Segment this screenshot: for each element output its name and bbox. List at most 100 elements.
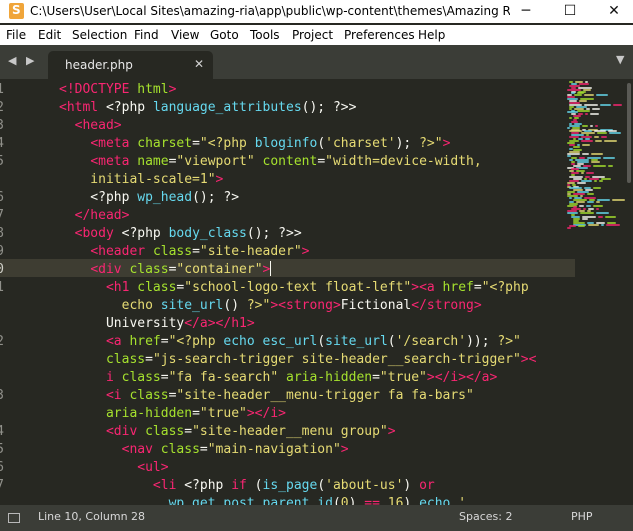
minimap-line	[588, 223, 599, 226]
code-line[interactable]: 6 <?php wp_head(); ?>	[0, 189, 575, 207]
tab-dropdown-icon[interactable]: ▼	[616, 53, 624, 66]
line-number: 12	[0, 334, 4, 349]
menu-file[interactable]: File	[6, 28, 26, 42]
code-text[interactable]: <li <?php if (is_page('about-us') or	[59, 477, 435, 495]
code-line[interactable]: 7 </head>	[0, 207, 575, 225]
code-line[interactable]: 15 <nav class="main-navigation">	[0, 441, 575, 459]
code-text[interactable]: <div class="site-header__menu group">	[59, 423, 396, 441]
minimap-line	[596, 208, 599, 211]
code-line[interactable]: 11 <h1 class = "school-logo-text float-lef…	[0, 279, 575, 297]
menu-preferences[interactable]: Preferences	[344, 28, 415, 42]
code-line[interactable]: aria-hidden="true"></i>	[0, 405, 575, 423]
line-number: 17	[0, 478, 4, 493]
code-text[interactable]: <meta name="viewport" content="width=dev…	[59, 153, 481, 171]
code-text[interactable]: i class="fa fa-search" aria-hidden="true…	[59, 369, 497, 387]
minimap-line	[613, 103, 622, 106]
menu-view[interactable]: View	[171, 28, 199, 42]
code-text[interactable]: initial-scale=1">	[59, 171, 223, 189]
code-text[interactable]: <!DOCTYPE html>	[59, 81, 176, 99]
minimap-line	[594, 136, 599, 139]
menu-tools[interactable]: Tools	[250, 28, 280, 42]
code-text[interactable]: University</a></h1>	[59, 315, 255, 333]
code-token: <header	[90, 244, 146, 259]
code-line[interactable]: 1 <!DOCTYPE html>	[0, 81, 575, 99]
code-line[interactable]: 10 <div class="container">	[0, 261, 575, 279]
vertical-scrollbar[interactable]	[627, 83, 631, 183]
code-line[interactable]: 13 <i class="site-header__menu-trigger f…	[0, 387, 575, 405]
maximize-button[interactable]: ☐	[552, 0, 588, 23]
code-token: echo	[223, 334, 255, 349]
code-text[interactable]: <ul>	[59, 459, 168, 477]
code-text[interactable]: <body <?php body_class(); ?>>	[59, 225, 302, 243]
code-text[interactable]: class="js-search-trigger site-header__se…	[59, 351, 536, 369]
syntax-selector[interactable]: PHP	[571, 510, 593, 523]
indentation-setting[interactable]: Spaces: 2	[459, 510, 512, 523]
menu-help[interactable]: Help	[418, 28, 445, 42]
code-token: ?>"	[497, 334, 521, 349]
code-text[interactable]: echo site_url() ?>"><strong>Fictional</s…	[59, 297, 482, 315]
code-text[interactable]: wp_get_post_parent_id(0) == 16) echo '	[59, 495, 466, 505]
code-line[interactable]: initial-scale=1">	[0, 171, 575, 189]
code-line[interactable]: 5 <meta name="viewport" content="width=d…	[0, 153, 575, 171]
code-editor[interactable]: 1 <!DOCTYPE html> 2 <html <?php language_at…	[0, 79, 633, 505]
code-line[interactable]: 17 <li <?php if (is_page('about-us') or	[0, 477, 575, 495]
minimap[interactable]	[563, 79, 627, 505]
code-text[interactable]: <i class="site-header__menu-trigger fa f…	[59, 387, 474, 405]
code-text[interactable]: <h1 class = "school-logo-text float-left">…	[59, 279, 529, 297]
tab-close-icon[interactable]: ✕	[194, 57, 204, 71]
code-line[interactable]: 8 <body <?php body_class(); ?>>	[0, 225, 575, 243]
code-token: University	[59, 316, 185, 331]
minimize-button[interactable]: ─	[508, 0, 544, 23]
tab-header-php[interactable]: header.php ✕	[48, 51, 213, 79]
code-line[interactable]: 14 <div class="site-header__menu group">	[0, 423, 575, 441]
close-window-button[interactable]: ✕	[596, 0, 632, 23]
code-text[interactable]: <a href="<?php echo esc_url(site_url('/s…	[59, 333, 521, 351]
code-line[interactable]: 2 <html <?php language_attributes(); ?>>	[0, 99, 575, 117]
code-token: site_url	[325, 334, 388, 349]
code-text[interactable]: <head>	[59, 117, 122, 135]
code-line[interactable]: wp_get_post_parent_id(0) == 16) echo '	[0, 495, 575, 505]
code-token: (); ?>>	[246, 226, 302, 241]
code-line[interactable]: University</a></h1>	[0, 315, 575, 333]
code-text[interactable]: <?php wp_head(); ?>	[59, 189, 239, 207]
tab-nav-arrows-icon[interactable]: ◀ ▶	[8, 54, 37, 67]
code-line[interactable]: 4 <meta charset="<?php bloginfo('charset…	[0, 135, 575, 153]
code-text[interactable]: <meta charset="<?php bloginfo('charset')…	[59, 135, 450, 153]
code-token: <nav	[121, 442, 153, 457]
code-token: <meta	[90, 136, 130, 151]
code-line[interactable]: 12 <a href="<?php echo esc_url(site_url(…	[0, 333, 575, 351]
cursor-position[interactable]: Line 10, Column 28	[38, 510, 145, 523]
minimap-line	[591, 153, 603, 156]
code-token: html	[137, 82, 169, 97]
minimap-line	[596, 212, 609, 215]
menu-find[interactable]: Find	[134, 28, 159, 42]
minimap-line	[567, 126, 570, 129]
panel-toggle-icon[interactable]	[8, 513, 20, 523]
menu-edit[interactable]: Edit	[38, 28, 61, 42]
code-token: 'charset'	[325, 136, 396, 151]
code-line[interactable]: 9 <header class="site-header">	[0, 243, 575, 261]
code-line[interactable]: 16 <ul>	[0, 459, 575, 477]
menu-selection[interactable]: Selection	[72, 28, 127, 42]
code-line[interactable]: class="js-search-trigger site-header__se…	[0, 351, 575, 369]
line-number: 7	[0, 208, 4, 223]
menu-project[interactable]: Project	[292, 28, 333, 42]
code-text[interactable]: aria-hidden="true"></i>	[59, 405, 286, 423]
code-line[interactable]: i class="fa fa-search" aria-hidden="true…	[0, 369, 575, 387]
code-text[interactable]: <nav class="main-navigation">	[59, 441, 349, 459]
menu-goto[interactable]: Goto	[210, 28, 239, 42]
code-line[interactable]: echo site_url() ?>"><strong>Fictional</s…	[0, 297, 575, 315]
code-text[interactable]: <header class="site-header">	[59, 243, 309, 261]
code-token: name	[137, 154, 169, 169]
minimap-line	[569, 117, 572, 120]
code-token: ==	[364, 496, 380, 505]
code-line[interactable]: 3 <head>	[0, 117, 575, 135]
code-text[interactable]: </head>	[59, 207, 130, 225]
code-token: class	[160, 442, 200, 457]
code-token: <?php	[98, 100, 153, 115]
minimap-line	[582, 143, 590, 146]
code-text[interactable]: <html <?php language_attributes(); ?>>	[59, 99, 356, 117]
code-text[interactable]: <div class="container">	[59, 261, 272, 279]
